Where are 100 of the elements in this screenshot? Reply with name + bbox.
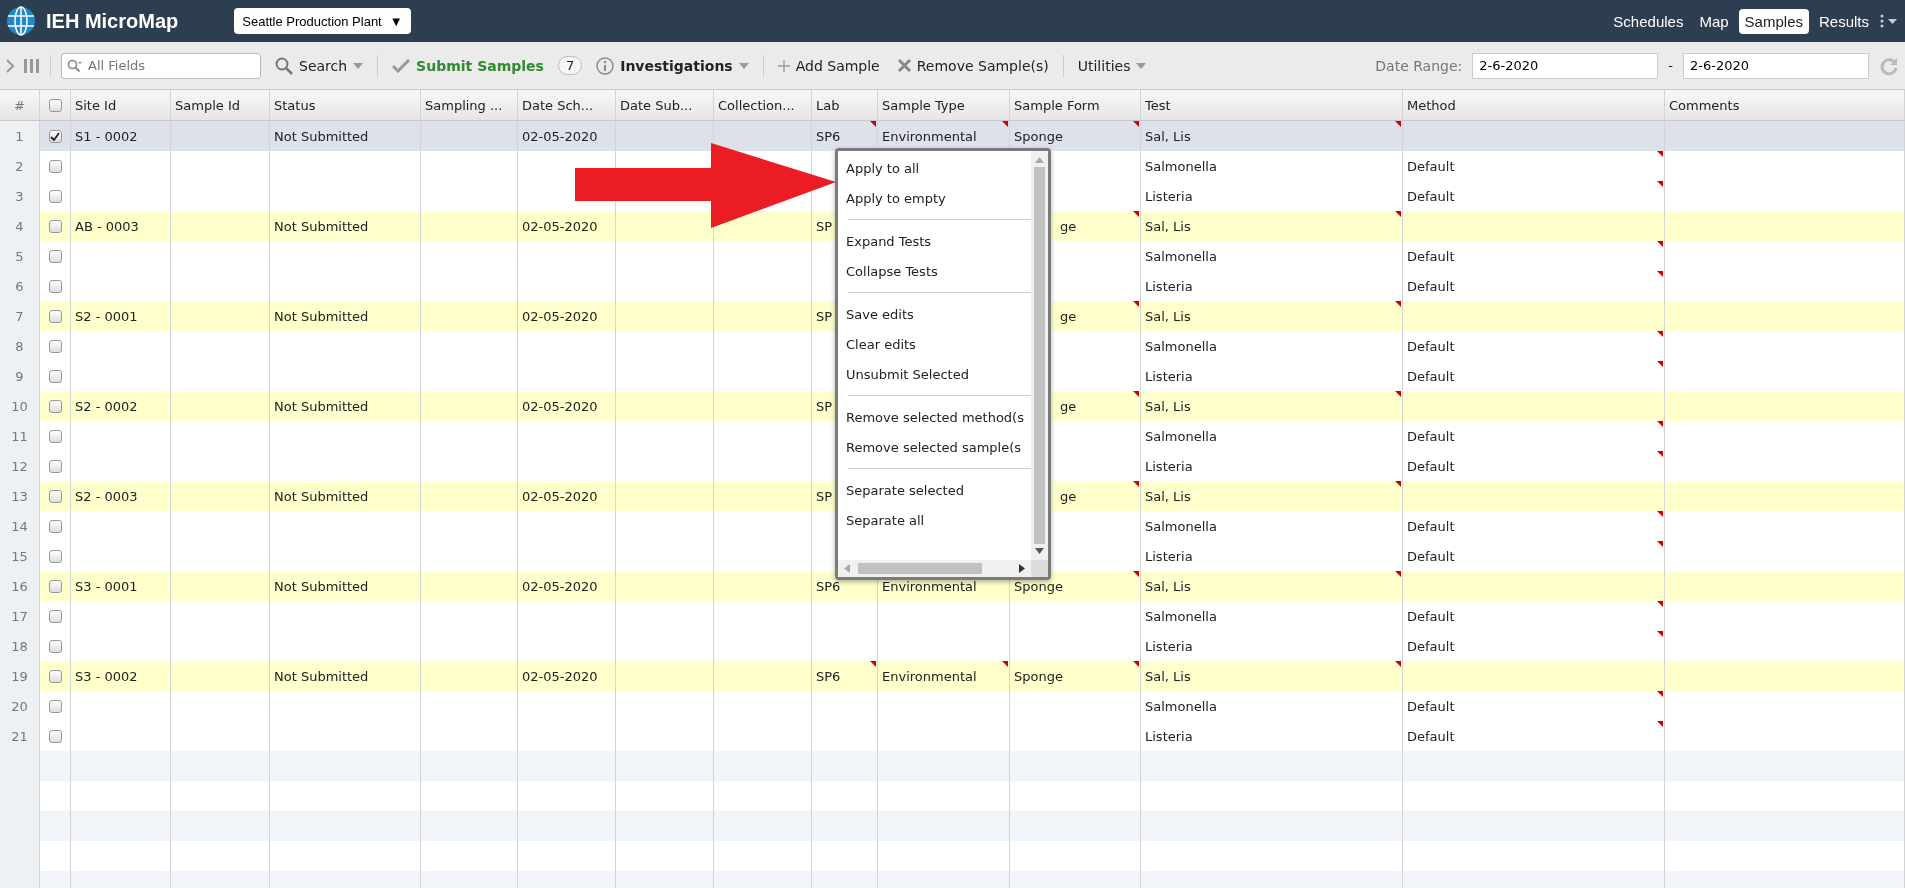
nav-tab[interactable]: Results bbox=[1812, 8, 1875, 34]
search-button[interactable]: Search bbox=[271, 56, 368, 75]
vertical-scrollbar[interactable] bbox=[1031, 151, 1048, 560]
menu-item[interactable]: Separate all bbox=[846, 505, 1031, 535]
row-number: 11 bbox=[11, 428, 28, 444]
menu-item[interactable]: Separate selected bbox=[846, 475, 1031, 505]
row-checkbox[interactable] bbox=[48, 639, 62, 653]
table-cell: Not Submitted bbox=[274, 218, 369, 234]
row-checkbox[interactable] bbox=[48, 519, 62, 533]
row-checkbox[interactable] bbox=[48, 219, 62, 233]
corner-marker bbox=[870, 121, 876, 127]
row-number: 13 bbox=[11, 488, 28, 504]
search-field[interactable]: All Fields bbox=[61, 52, 261, 79]
row-checkbox[interactable] bbox=[48, 159, 62, 173]
menu-item[interactable]: Expand Tests bbox=[846, 226, 1031, 256]
chevron-right-icon[interactable] bbox=[6, 58, 14, 73]
scroll-left-icon[interactable] bbox=[844, 564, 850, 573]
row-checkbox[interactable] bbox=[48, 669, 62, 683]
column-header[interactable]: Sample Type bbox=[882, 97, 965, 113]
menu-item[interactable]: Remove selected method(s bbox=[846, 402, 1031, 432]
scroll-up-icon[interactable] bbox=[1035, 157, 1044, 163]
utilities-menu[interactable]: Utilities bbox=[1073, 57, 1151, 74]
column-header[interactable]: Comments bbox=[1669, 97, 1740, 113]
nav-tab[interactable]: Schedules bbox=[1607, 8, 1690, 34]
row-checkbox[interactable] bbox=[48, 729, 62, 743]
row-checkbox[interactable] bbox=[48, 249, 62, 263]
column-header[interactable]: Site Id bbox=[75, 97, 117, 113]
corner-marker bbox=[1657, 241, 1663, 247]
nav-tab[interactable]: Map bbox=[1693, 8, 1735, 34]
menu-item[interactable]: Clear edits bbox=[846, 329, 1031, 359]
horizontal-scrollbar[interactable] bbox=[838, 560, 1031, 577]
row-checkbox[interactable] bbox=[48, 549, 62, 563]
nav-tab[interactable]: Samples bbox=[1738, 8, 1809, 34]
row-checkbox[interactable] bbox=[48, 189, 62, 203]
row-number: 10 bbox=[11, 398, 28, 414]
table-cell: SP6 bbox=[816, 128, 841, 144]
submit-samples-button[interactable]: Submit Samples bbox=[388, 57, 548, 74]
table-cell: Listeria bbox=[1145, 638, 1193, 654]
column-header[interactable]: Date Sub... bbox=[620, 97, 693, 113]
column-header[interactable]: Sampling ... bbox=[425, 97, 503, 113]
row-checkbox[interactable] bbox=[48, 429, 62, 443]
corner-marker bbox=[1395, 301, 1401, 307]
plant-dropdown[interactable]: Seattle Production Plant ▼ bbox=[234, 8, 411, 34]
info-icon bbox=[596, 56, 615, 75]
row-number: 5 bbox=[15, 248, 24, 264]
row-checkbox[interactable] bbox=[48, 129, 62, 143]
column-header[interactable]: Sample Form bbox=[1014, 97, 1100, 113]
date-to-field[interactable]: 2-6-2020 bbox=[1683, 52, 1869, 79]
menu-item[interactable]: Apply to empty bbox=[846, 183, 1031, 213]
table-cell: S2 - 0001 bbox=[75, 308, 138, 324]
menu-item[interactable]: Save edits bbox=[846, 299, 1031, 329]
checkmark-icon bbox=[392, 58, 411, 73]
row-checkbox[interactable] bbox=[48, 609, 62, 623]
add-sample-button[interactable]: Add Sample bbox=[773, 57, 884, 74]
table-cell: 02-05-2020 bbox=[522, 218, 598, 234]
column-header[interactable]: Sample Id bbox=[175, 97, 240, 113]
row-checkbox[interactable] bbox=[48, 489, 62, 503]
column-header[interactable]: Test bbox=[1145, 97, 1171, 113]
column-header[interactable]: Status bbox=[274, 97, 316, 113]
more-menu-icon[interactable] bbox=[1879, 14, 1899, 28]
select-all-checkbox[interactable] bbox=[48, 98, 62, 112]
row-number: 1 bbox=[15, 128, 24, 144]
remove-samples-button[interactable]: Remove Sample(s) bbox=[893, 57, 1053, 74]
plus-icon bbox=[777, 59, 790, 72]
date-range-label: Date Range: bbox=[1375, 57, 1463, 74]
menu-item[interactable]: Unsubmit Selected bbox=[846, 359, 1031, 389]
table-cell: SP6 bbox=[816, 578, 841, 594]
column-header[interactable]: Date Sch... bbox=[522, 97, 594, 113]
menu-item[interactable]: Collapse Tests bbox=[846, 256, 1031, 286]
scroll-down-icon[interactable] bbox=[1035, 548, 1044, 554]
date-separator: - bbox=[1668, 58, 1673, 73]
date-from-field[interactable]: 2-6-2020 bbox=[1472, 52, 1659, 79]
row-checkbox[interactable] bbox=[48, 459, 62, 473]
menu-item[interactable]: Apply to all bbox=[846, 153, 1031, 183]
row-number: 2 bbox=[15, 158, 24, 174]
column-header: # bbox=[14, 97, 25, 113]
table-cell: S2 - 0003 bbox=[75, 488, 138, 504]
row-checkbox[interactable] bbox=[48, 279, 62, 293]
table-cell: 02-05-2020 bbox=[522, 308, 598, 324]
column-header[interactable]: Collection... bbox=[718, 97, 795, 113]
column-header[interactable]: Method bbox=[1407, 97, 1456, 113]
row-number: 6 bbox=[15, 278, 24, 294]
row-checkbox[interactable] bbox=[48, 369, 62, 383]
row-checkbox[interactable] bbox=[48, 699, 62, 713]
corner-marker bbox=[1657, 541, 1663, 547]
row-checkbox[interactable] bbox=[48, 579, 62, 593]
count-badge: 7 bbox=[557, 56, 583, 75]
row-checkbox[interactable] bbox=[48, 309, 62, 323]
refresh-icon[interactable] bbox=[1879, 55, 1899, 76]
column-header[interactable]: Lab bbox=[816, 97, 840, 113]
corner-marker bbox=[1657, 691, 1663, 697]
row-checkbox[interactable] bbox=[48, 339, 62, 353]
row-number: 12 bbox=[11, 458, 28, 474]
scroll-right-icon[interactable] bbox=[1019, 564, 1025, 573]
row-checkbox[interactable] bbox=[48, 399, 62, 413]
columns-icon[interactable] bbox=[24, 57, 40, 74]
investigations-button[interactable]: Investigations bbox=[592, 56, 753, 75]
table-cell: Salmonella bbox=[1145, 518, 1217, 534]
menu-item[interactable]: Remove selected sample(s bbox=[846, 432, 1031, 462]
cross-icon bbox=[897, 59, 911, 72]
